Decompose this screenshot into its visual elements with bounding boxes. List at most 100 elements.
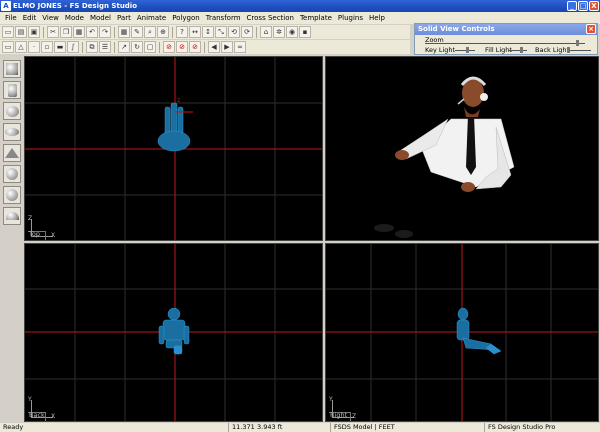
viewport-label-right: Right [330, 411, 348, 419]
toolbar-separator [159, 41, 160, 53]
undo-icon[interactable]: ↶ [86, 26, 98, 38]
point-icon[interactable]: · [28, 41, 40, 53]
status-text: Ready [3, 423, 24, 431]
solid-view-controls-title: Solid View Controls × [415, 24, 597, 35]
select-icon[interactable]: ▭ [2, 41, 14, 53]
rotate-icon[interactable]: ↗ [118, 41, 130, 53]
paste-icon[interactable]: ▦ [73, 26, 85, 38]
viewport-top[interactable]: z Z X Top [24, 56, 323, 241]
open-icon[interactable]: ▤ [15, 26, 27, 38]
menu-view[interactable]: View [39, 12, 62, 24]
minimize-button[interactable]: _ [567, 1, 577, 11]
cylinder-shape-icon[interactable] [3, 81, 21, 99]
menu-plugins[interactable]: Plugins [335, 12, 366, 24]
cone-shape-icon[interactable] [3, 144, 21, 162]
fill-light-slider-thumb[interactable] [519, 47, 523, 53]
maximize-button[interactable]: □ [578, 1, 588, 11]
key-light-slider-thumb[interactable] [466, 47, 469, 53]
panel-title-text: Solid View Controls [418, 25, 495, 33]
toolbar-separator [114, 41, 115, 53]
viewport-perspective[interactable] [325, 56, 599, 241]
copy-icon[interactable]: ❐ [60, 26, 72, 38]
window-title: ELMO JONES - FS Design Studio [13, 2, 138, 10]
ellipsoid-shape-icon[interactable] [3, 123, 21, 141]
spline-icon[interactable]: ∫ [67, 41, 79, 53]
cube-shape-icon[interactable] [3, 60, 21, 78]
menu-model[interactable]: Model [87, 12, 114, 24]
viewport-right[interactable]: Y Z Right [325, 243, 599, 422]
key-light-slider[interactable] [455, 50, 475, 51]
right-view-canvas [326, 244, 598, 421]
axis-label-vertical: Y [329, 396, 333, 403]
menu-file[interactable]: File [2, 12, 20, 24]
menu-cross-section[interactable]: Cross Section [244, 12, 297, 24]
no-tex-icon[interactable]: ⊘ [163, 41, 175, 53]
cut-icon[interactable]: ✂ [47, 26, 59, 38]
axis-label-horizontal: Z [352, 413, 357, 420]
zoom-in-icon[interactable]: ⊕ [157, 26, 169, 38]
lock-icon[interactable]: ▢ [144, 41, 156, 53]
viewport-back[interactable]: Y X Back [24, 243, 323, 422]
toolbar-separator [204, 41, 205, 53]
menu-edit[interactable]: Edit [20, 12, 40, 24]
status-coord-y: 3.943 ft [257, 423, 283, 431]
zoom-slider[interactable] [425, 43, 585, 44]
next-icon[interactable]: ▶ [221, 41, 233, 53]
fill-light-slider[interactable] [509, 50, 527, 51]
dome-shape-icon[interactable] [3, 207, 21, 225]
status-coord-x: 11.371 [228, 423, 255, 432]
menu-part[interactable]: Part [114, 12, 134, 24]
title-bar: A ELMO JONES - FS Design Studio _ □ X [0, 0, 600, 12]
solid-view-canvas [374, 76, 515, 238]
ball-shape-icon[interactable] [3, 186, 21, 204]
menu-help[interactable]: Help [366, 12, 388, 24]
sphere-shape-icon[interactable] [3, 102, 21, 120]
settings-icon[interactable]: ✲ [273, 26, 285, 38]
menu-mode[interactable]: Mode [62, 12, 87, 24]
rotate-y-icon[interactable]: ⟳ [241, 26, 253, 38]
view-icon[interactable]: ◉ [286, 26, 298, 38]
arrow-z-icon[interactable]: ⤡ [215, 26, 227, 38]
triangle-icon[interactable]: △ [15, 41, 27, 53]
save-icon[interactable]: ▣ [28, 26, 40, 38]
camera-icon[interactable]: ▪ [299, 26, 311, 38]
geodesic-shape-icon[interactable] [3, 165, 21, 183]
help-icon[interactable]: ? [176, 26, 188, 38]
mirror-icon[interactable]: ⧉ [86, 41, 98, 53]
arrow-y-icon[interactable]: ↕ [202, 26, 214, 38]
no-light-icon[interactable]: ⊘ [176, 41, 188, 53]
align-icon[interactable]: ☰ [99, 41, 111, 53]
axis-label-vertical: Z [28, 215, 33, 222]
fill-light-label: Fill Light [485, 46, 512, 54]
edit-toolbar: ▭ △ · ▫ ▬ ∫ ⧉ ☰ ↗ ↻ ▢ ⊘ ⊘ ⊘ ◀ ▶ ∞ [0, 40, 410, 54]
refresh-icon[interactable]: ↻ [131, 41, 143, 53]
menu-animate[interactable]: Animate [134, 12, 169, 24]
status-bar: Ready 11.371 3.943 ft FSDS Model | FEET … [0, 423, 600, 432]
home-icon[interactable]: ⌂ [260, 26, 272, 38]
rotate-x-icon[interactable]: ⟲ [228, 26, 240, 38]
paint-icon[interactable]: ✎ [131, 26, 143, 38]
no-shade-icon[interactable]: ⊘ [189, 41, 201, 53]
back-light-label: Back Light [535, 46, 570, 54]
panel-close-button[interactable]: × [586, 24, 596, 34]
new-icon[interactable]: ▭ [2, 26, 14, 38]
main-toolbar: ▭ ▤ ▣ ✂ ❐ ▦ ↶ ↷ ▦ ✎ ⌕ ⊕ ? ↔ ↕ ⤡ ⟲ ⟳ ⌂ ✲ … [0, 25, 410, 39]
pivot-z-label: z [177, 97, 180, 104]
grid-icon[interactable]: ▦ [118, 26, 130, 38]
rendered-pilot-figure [374, 76, 515, 238]
back-light-slider-thumb[interactable] [567, 47, 571, 53]
box-icon[interactable]: ▫ [41, 41, 53, 53]
redo-icon[interactable]: ↷ [99, 26, 111, 38]
zoom-icon[interactable]: ⌕ [144, 26, 156, 38]
ruler-icon[interactable]: ▬ [54, 41, 66, 53]
menu-polygon[interactable]: Polygon [169, 12, 203, 24]
menu-transform[interactable]: Transform [203, 12, 244, 24]
status-product: FS Design Studio Pro [484, 423, 555, 432]
back-light-slider[interactable] [567, 50, 591, 51]
close-button[interactable]: X [589, 1, 599, 11]
binoculars-icon[interactable]: ∞ [234, 41, 246, 53]
menu-template[interactable]: Template [297, 12, 335, 24]
arrow-x-icon[interactable]: ↔ [189, 26, 201, 38]
prev-icon[interactable]: ◀ [208, 41, 220, 53]
status-model-units: FSDS Model | FEET [330, 423, 395, 432]
